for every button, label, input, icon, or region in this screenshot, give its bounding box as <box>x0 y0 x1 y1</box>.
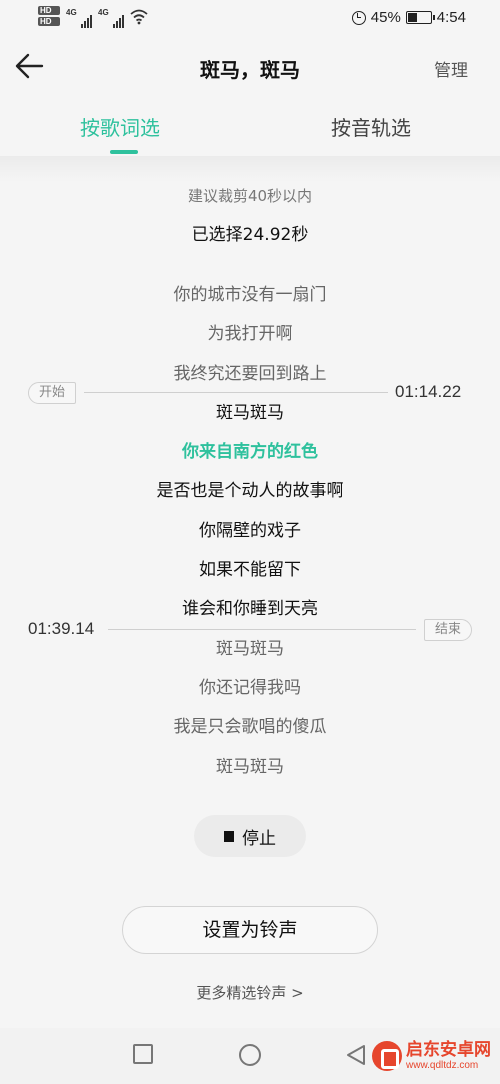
lyric-line[interactable]: 如果不能留下 <box>0 551 500 590</box>
wifi-icon <box>130 9 148 25</box>
watermark-name: 启东安卓网 <box>406 1040 491 1060</box>
selected-duration: 已选择24.92秒 <box>191 225 309 245</box>
end-line <box>108 629 416 630</box>
tab-by-lyrics[interactable]: 按歌词选 <box>80 112 160 141</box>
manage-button[interactable]: 管理 <box>434 56 468 81</box>
watermark-url: www.qdltdz.com <box>406 1060 479 1071</box>
tab-bar: 按歌词选 按音轨选 <box>0 104 500 156</box>
tab-by-track[interactable]: 按音轨选 <box>331 112 411 141</box>
active-tab-indicator <box>110 150 138 154</box>
page-title: 斑马，斑马 <box>200 58 300 82</box>
alarm-icon <box>351 10 366 25</box>
nav-back-icon[interactable] <box>345 1044 367 1066</box>
app-header: 斑马，斑马 管理 <box>0 38 500 94</box>
watermark-logo-icon <box>372 1041 402 1071</box>
trim-hint: 建议裁剪40秒以内 <box>187 187 313 205</box>
signal-bars <box>113 15 124 28</box>
battery-percent: 45% <box>370 9 401 26</box>
end-handle[interactable]: 结束 <box>108 617 472 643</box>
end-label: 结束 <box>423 619 472 641</box>
signal-icon: 4G <box>98 6 124 28</box>
stop-label: 停止 <box>242 828 276 849</box>
hd-badge: HD <box>38 17 60 26</box>
watermark-text: 启东安卓网 www.qdltdz.com <box>406 1040 491 1072</box>
clock: 4:54 <box>436 9 466 26</box>
lyrics-list: 你的城市没有一扇门 为我打开啊 我终究还要回到路上 斑马斑马 你来自南方的红色 是否也是个… <box>0 276 500 787</box>
hd-badge: HD <box>38 6 60 15</box>
start-handle[interactable]: 开始 <box>28 380 388 406</box>
lyric-line[interactable]: 斑马斑马 <box>0 748 500 787</box>
hd-indicators: HD HD <box>38 6 60 26</box>
start-line <box>84 392 388 393</box>
lyric-line[interactable]: 你来自南方的红色 <box>0 433 500 472</box>
lyric-line[interactable]: 你隔壁的戏子 <box>0 512 500 551</box>
site-watermark: 启东安卓网 www.qdltdz.com <box>372 1040 491 1072</box>
recent-apps-icon[interactable] <box>133 1044 153 1064</box>
status-bar: HD HD 4G 4G 45% 4:54 <box>0 0 500 38</box>
lyric-line[interactable]: 你还记得我吗 <box>0 669 500 708</box>
more-ringtones-link[interactable]: 更多精选铃声 > <box>0 982 500 1003</box>
stop-icon <box>224 830 234 842</box>
signal-bars <box>81 15 92 28</box>
network-type-label: 4G <box>98 8 109 17</box>
network-type-label: 4G <box>66 8 77 17</box>
lyric-line[interactable]: 为我打开啊 <box>0 315 500 354</box>
status-right: 45% 4:54 <box>351 9 466 26</box>
battery-fill <box>407 13 418 22</box>
status-left: HD HD 4G 4G <box>38 6 148 28</box>
divider-shadow <box>0 156 500 182</box>
battery-icon <box>405 11 435 24</box>
lyric-line[interactable]: 我是只会歌唱的傻瓜 <box>0 708 500 747</box>
stop-button[interactable]: 停止 <box>194 815 306 857</box>
home-icon[interactable] <box>239 1044 261 1066</box>
signal-icon: 4G <box>66 6 92 28</box>
start-label: 开始 <box>28 382 77 404</box>
start-time: 01:14.22 <box>395 382 462 401</box>
end-time: 01:39.14 <box>28 619 95 638</box>
lyric-line[interactable]: 你的城市没有一扇门 <box>0 276 500 315</box>
set-ringtone-button[interactable]: 设置为铃声 <box>122 906 378 954</box>
lyric-line[interactable]: 是否也是个动人的故事啊 <box>0 472 500 511</box>
